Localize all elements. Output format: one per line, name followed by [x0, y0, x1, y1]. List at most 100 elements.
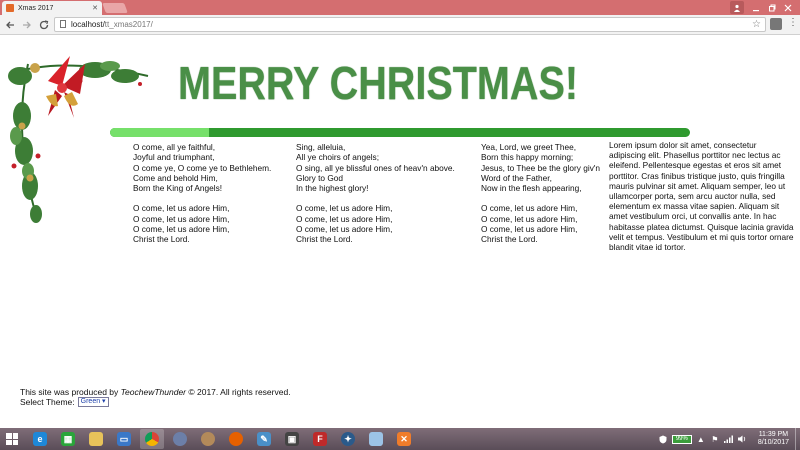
verse-line: O sing, all ye blissful ones of heav'n a…: [296, 162, 455, 173]
window-icon: [369, 432, 383, 446]
tab-close-icon[interactable]: ✕: [92, 4, 98, 12]
chevron-up-icon[interactable]: ▲: [696, 434, 706, 444]
browser-titlebar: Xmas 2017 ✕: [0, 0, 800, 15]
taskbar-chrome[interactable]: [140, 429, 164, 449]
browser-tab[interactable]: Xmas 2017 ✕: [2, 1, 102, 15]
chrome-icon: [145, 432, 159, 446]
firefox-icon: [229, 432, 243, 446]
verse-line: Born this happy morning;: [481, 152, 574, 163]
taskbar-firefox[interactable]: [224, 429, 248, 449]
verse-line: Now in the flesh appearing,: [481, 183, 582, 194]
compass-icon: ✦: [341, 432, 355, 446]
windows-taskbar: e ▦ ▭ ✎ ▣ F ✦ ✕ 99% ▲ ⚑ 11:39 PM 8/10/20…: [0, 428, 800, 450]
chrome-menu-icon[interactable]: ⋮: [788, 17, 798, 28]
tab-title: Xmas 2017: [18, 4, 54, 12]
theme-select[interactable]: Green ▾: [77, 397, 109, 407]
refrain-line: O come, let us adore Him,: [133, 224, 230, 235]
verse-line: Glory to God: [296, 172, 344, 183]
clock-date: 8/10/2017: [757, 439, 789, 446]
refrain-line: O come, let us adore Him,: [481, 224, 578, 235]
verse-3: Yea, Lord, we greet Thee, Born this happ…: [481, 142, 607, 245]
close-window-icon[interactable]: [780, 1, 796, 14]
forward-icon[interactable]: [20, 18, 34, 32]
network-icon[interactable]: [724, 434, 734, 444]
start-button[interactable]: [0, 428, 24, 450]
refrain-line: O come, let us adore Him,: [133, 203, 230, 214]
window-controls: [730, 0, 796, 15]
refrain-line: Christ the Lord.: [296, 234, 353, 245]
progress-fill: [110, 128, 209, 137]
lorem-ipsum-paragraph: Lorem ipsum dolor sit amet, consectetur …: [609, 140, 794, 253]
author-name: TeochewThunder: [120, 387, 187, 397]
verse-line: O come ye, O come ye to Bethlehem.: [133, 162, 272, 173]
folder-icon: [89, 432, 103, 446]
disc-icon: [201, 432, 215, 446]
globe-icon: [173, 432, 187, 446]
page-viewport: MERRY CHRISTMAS! O come, all ye faithful…: [0, 36, 800, 428]
refrain-line: O come, let us adore Him,: [481, 203, 578, 214]
refrain-line: O come, let us adore Him,: [296, 203, 393, 214]
verse-line: O come, all ye faithful,: [133, 142, 216, 152]
verse-2: Sing, alleluia, All ye choirs of angels;…: [296, 142, 455, 245]
theme-label: Select Theme:: [20, 397, 75, 407]
minimize-icon[interactable]: [748, 1, 764, 14]
refrain-line: O come, let us adore Him,: [296, 213, 393, 224]
store-icon: ▦: [61, 432, 75, 446]
screen: Xmas 2017 ✕ localhost/tt_xmas2017/ ☆ ⋮ M…: [0, 0, 800, 450]
verse-line: All ye choirs of angels;: [296, 152, 380, 163]
taskbar-ie[interactable]: e: [28, 429, 52, 449]
windows-logo-icon: [6, 433, 18, 445]
taskbar-app-10[interactable]: ▣: [280, 429, 304, 449]
verse-line: Jesus, to Thee be the glory giv'n: [481, 162, 601, 173]
taskbar-remote-desktop[interactable]: ▭: [112, 429, 136, 449]
taskbar-explorer[interactable]: [84, 429, 108, 449]
back-icon[interactable]: [3, 18, 17, 32]
refrain-line: O come, let us adore Him,: [133, 213, 230, 224]
taskbar-clock[interactable]: 11:39 PM 8/10/2017: [758, 431, 789, 447]
verse-line: Sing, alleluia,: [296, 142, 346, 152]
verse-line: Come and behold Him,: [133, 172, 218, 183]
shield-icon[interactable]: [658, 434, 668, 444]
url-text: localhost/tt_xmas2017/: [71, 20, 153, 29]
verse-line: Word of the Father,: [481, 172, 552, 183]
new-tab-button[interactable]: [102, 3, 128, 13]
copyright-line: This site was produced by TeochewThunder…: [20, 387, 291, 397]
taskbar-app-6[interactable]: [168, 429, 192, 449]
clock-time: 11:39 PM: [758, 431, 789, 438]
filezilla-icon: F: [313, 432, 327, 446]
feather-icon: ✎: [257, 432, 271, 446]
user-icon[interactable]: [730, 1, 744, 14]
merry-christmas-headline: MERRY CHRISTMAS!: [178, 57, 579, 109]
restore-icon[interactable]: [764, 1, 780, 14]
verse-line: Joyful and triumphant,: [133, 152, 215, 163]
volume-icon[interactable]: [738, 434, 748, 444]
battery-indicator[interactable]: 99%: [671, 434, 692, 444]
verse-line: In the highest glory!: [296, 183, 369, 194]
taskbar-filezilla[interactable]: F: [308, 429, 332, 449]
internet-explorer-icon: e: [33, 432, 47, 446]
verse-1: O come, all ye faithful, Joyful and triu…: [133, 142, 271, 245]
bookmark-star-icon[interactable]: ☆: [752, 19, 761, 30]
reload-icon[interactable]: [37, 18, 51, 32]
terminal-icon: ▣: [285, 432, 299, 446]
verse-line: Yea, Lord, we greet Thee,: [481, 142, 577, 152]
refrain-line: Christ the Lord.: [481, 234, 538, 245]
taskbar-app-12[interactable]: ✦: [336, 429, 360, 449]
green-progress-bar: [110, 128, 690, 137]
theme-row: Select Theme: Green ▾: [20, 397, 291, 407]
xampp-icon: ✕: [397, 432, 411, 446]
flag-icon[interactable]: ⚑: [710, 434, 720, 444]
taskbar-xampp[interactable]: ✕: [392, 429, 416, 449]
taskbar-app-13[interactable]: [364, 429, 388, 449]
system-tray: 99% ▲ ⚑ 11:39 PM 8/10/2017: [658, 428, 800, 450]
show-desktop-button[interactable]: [795, 428, 800, 450]
refrain-line: Christ the Lord.: [133, 234, 190, 245]
taskbar-store[interactable]: ▦: [56, 429, 80, 449]
extension-icon[interactable]: [770, 18, 782, 30]
taskbar-app-9[interactable]: ✎: [252, 429, 276, 449]
address-bar[interactable]: localhost/tt_xmas2017/ ☆: [54, 17, 766, 32]
refrain-line: O come, let us adore Him,: [296, 224, 393, 235]
refrain-line: O come, let us adore Him,: [481, 213, 578, 224]
page-info-icon[interactable]: [59, 19, 67, 30]
taskbar-app-7[interactable]: [196, 429, 220, 449]
